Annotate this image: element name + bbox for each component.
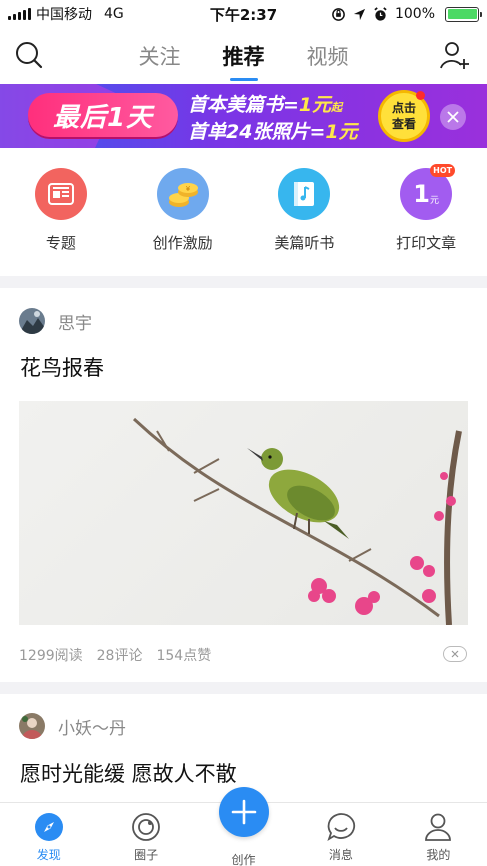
close-icon xyxy=(447,111,459,123)
banner-offer-line-2: 首单24张照片=1元 xyxy=(188,121,358,143)
feed-card[interactable]: 思宇 花鸟报春 1299阅读 28评论 154点赞 xyxy=(0,288,487,682)
tab-discover[interactable]: 发现 xyxy=(0,803,97,866)
hot-badge: HOT xyxy=(430,164,456,177)
banner-badge: 最后1天 xyxy=(28,93,178,137)
print-icon: 1 元 HOT xyxy=(400,164,456,220)
tab-circles[interactable]: 圈子 xyxy=(97,803,194,866)
alarm-icon xyxy=(374,6,387,21)
tab-create[interactable]: 创作 xyxy=(195,787,292,866)
author-name: 思宇 xyxy=(58,313,92,334)
carrier-name: 中国移动 xyxy=(36,7,92,23)
card-author[interactable]: 思宇 xyxy=(19,308,92,334)
like-count: 154点赞 xyxy=(156,648,212,664)
section-divider xyxy=(0,276,487,288)
top-navigation: 关注 推荐 视频 xyxy=(0,28,487,84)
card-title[interactable]: 花鸟报春 xyxy=(20,352,104,382)
circle-icon xyxy=(131,812,161,842)
plus-icon xyxy=(231,799,256,825)
card-cover-image[interactable] xyxy=(19,401,468,625)
banner-close-button[interactable] xyxy=(440,104,466,130)
bottom-tab-bar: 发现 圈子 创作 消息 我的 xyxy=(0,787,487,866)
svg-text:¥: ¥ xyxy=(185,185,190,193)
topics-icon xyxy=(34,168,87,220)
tab-messages[interactable]: 消息 xyxy=(292,803,389,866)
tab-profile[interactable]: 我的 xyxy=(390,803,487,866)
shortcut-audio-book[interactable]: 美篇听书 xyxy=(249,168,359,276)
card-stats: 1299阅读 28评论 154点赞 xyxy=(19,645,211,665)
coins-icon: ¥ xyxy=(156,168,209,220)
tab-video[interactable]: 视频 xyxy=(307,41,349,75)
audio-book-icon xyxy=(278,168,331,220)
shortcut-label: 创作激励 xyxy=(152,234,213,252)
promo-banner[interactable]: 最后1天 首本美篇书=1元起 首单24张照片=1元 点击 查看 xyxy=(0,84,487,148)
battery-icon xyxy=(445,6,482,22)
banner-view-button[interactable]: 点击 查看 xyxy=(378,90,430,142)
shortcut-label: 美篇听书 xyxy=(274,234,335,252)
bird-on-branch-image xyxy=(132,417,462,625)
author-name: 小妖～丹 xyxy=(58,718,126,739)
feed-tabs: 关注 推荐 视频 xyxy=(0,28,487,84)
section-divider xyxy=(0,682,487,694)
shortcut-label: 专题 xyxy=(45,234,76,252)
tab-recommended[interactable]: 推荐 xyxy=(223,41,265,75)
shortcut-topics[interactable]: 专题 xyxy=(6,168,116,276)
notification-dot xyxy=(416,91,425,100)
card-title[interactable]: 愿时光能缓 愿故人不散 xyxy=(20,758,237,788)
add-friend-button[interactable] xyxy=(439,40,471,72)
avatar xyxy=(19,713,45,739)
shortcut-grid: 专题 ¥ 创作激励 美篇听书 1 元 HOT 打印文章 xyxy=(0,148,487,276)
create-button[interactable] xyxy=(218,787,269,837)
feed-card[interactable]: 小妖～丹 愿时光能缓 愿故人不散 xyxy=(0,694,487,802)
tab-following[interactable]: 关注 xyxy=(139,41,181,75)
read-count: 1299阅读 xyxy=(19,648,83,664)
compass-icon xyxy=(34,812,64,842)
network-type: 4G xyxy=(104,6,124,22)
shortcut-label: 打印文章 xyxy=(396,234,457,252)
card-author[interactable]: 小妖～丹 xyxy=(19,713,126,739)
shortcut-print-article[interactable]: 1 元 HOT 打印文章 xyxy=(371,164,481,276)
orientation-lock-icon xyxy=(332,7,345,21)
battery-percent: 100% xyxy=(394,6,435,22)
location-icon xyxy=(353,8,366,20)
avatar xyxy=(19,308,45,334)
comment-count: 28评论 xyxy=(96,648,143,664)
person-icon xyxy=(423,812,453,842)
status-bar: 中国移动 4G 下午2:37 100% xyxy=(0,0,487,28)
banner-offer-line-1: 首本美篇书=1元起 xyxy=(188,94,343,116)
signal-strength-icon xyxy=(8,8,31,20)
close-icon xyxy=(451,650,459,658)
chat-icon xyxy=(326,812,356,842)
dismiss-button[interactable] xyxy=(443,646,467,662)
shortcut-creator-incentive[interactable]: ¥ 创作激励 xyxy=(128,168,238,276)
add-user-icon xyxy=(440,42,469,69)
